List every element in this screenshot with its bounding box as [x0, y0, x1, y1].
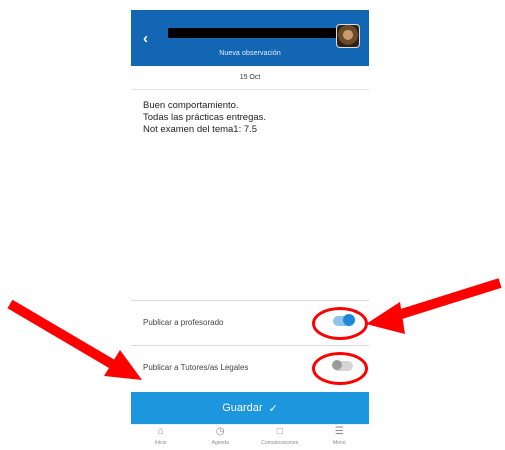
observation-text[interactable]: Buen comportamiento. Todas las prácticas… [143, 100, 353, 136]
check-icon: ✓ [268, 402, 278, 415]
save-button[interactable]: Guardar ✓ [131, 392, 369, 424]
header-subtitle: Nueva observación [219, 50, 281, 57]
nav-inicio[interactable]: ⌂ Inicio [132, 425, 190, 446]
observation-line: Not examen del tema1: 7.5 [143, 124, 258, 135]
annotation-arrow-right [366, 278, 502, 334]
menu-icon: ☰ [334, 426, 344, 437]
toggle-label: Publicar a Tutores/as Legales [143, 363, 249, 372]
nav-label: Menú [332, 440, 346, 446]
chat-icon: □ [276, 426, 283, 437]
nav-comunicaciones[interactable]: □ Comunicaciones [251, 425, 309, 446]
annotation-circle-tutores [312, 352, 368, 385]
save-label: Guardar [222, 402, 263, 414]
toggle-label: Publicar a profesorado [143, 318, 224, 327]
annotation-circle-profesorado [312, 307, 368, 340]
annotation-arrow-left [7, 299, 142, 380]
nav-agenda[interactable]: ◷ Agenda [191, 425, 249, 446]
nav-label: Agenda [211, 440, 229, 446]
redacted-name [168, 28, 338, 38]
bottom-nav: ⌂ Inicio ◷ Agenda □ Comunicaciones ☰ Men… [131, 424, 369, 450]
nav-menu[interactable]: ☰ Menú [310, 425, 368, 446]
app-header: ‹ Nueva observación [131, 10, 369, 66]
nav-label: Inicio [154, 440, 167, 446]
date-label: 15 Oct [131, 66, 369, 90]
avatar [336, 24, 360, 48]
observation-line: Todas las prácticas entregas. [143, 112, 267, 123]
nav-label: Comunicaciones [261, 440, 299, 446]
home-icon: ⌂ [157, 426, 164, 437]
clock-icon: ◷ [215, 426, 225, 437]
observation-line: Buen comportamiento. [143, 100, 239, 111]
back-button[interactable]: ‹ [143, 30, 148, 47]
